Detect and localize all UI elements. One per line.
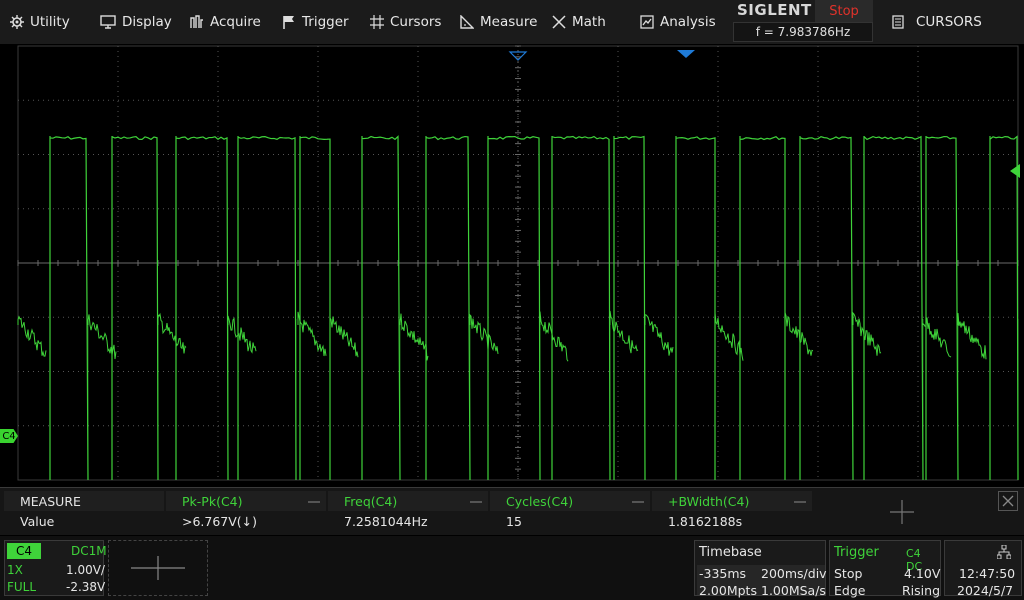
measure-item-menu[interactable] bbox=[794, 501, 806, 503]
network-icon bbox=[997, 545, 1011, 559]
trigger-type: Edge bbox=[834, 583, 866, 598]
menu-analysis[interactable]: Analysis bbox=[630, 0, 730, 44]
trigger-level: 4.10V bbox=[904, 566, 941, 581]
measure-header: Cycles(C4) bbox=[490, 491, 650, 511]
menu-trigger-label: Trigger bbox=[302, 14, 349, 30]
close-icon bbox=[1002, 495, 1014, 507]
flag-icon bbox=[283, 16, 294, 29]
measure-value: 7.2581044Hz bbox=[344, 514, 428, 529]
waveform-trace-high bbox=[49, 135, 1019, 481]
measure-item-menu[interactable] bbox=[470, 501, 482, 503]
plus-icon bbox=[890, 500, 914, 524]
measure-item-menu[interactable] bbox=[308, 501, 320, 503]
menu-measure-label: Measure bbox=[480, 14, 538, 30]
trigger-title: Trigger bbox=[834, 545, 879, 560]
add-measurement-button[interactable] bbox=[812, 488, 992, 536]
menu-bar: Utility Display Acquire Trigger Cursors … bbox=[0, 0, 1024, 44]
status-bar: C4 DC1M 1X 1.00V/ FULL -2.38V Timebase -… bbox=[0, 536, 1024, 600]
menu-trigger[interactable]: Trigger bbox=[272, 0, 360, 44]
clock-time: 12:47:50 bbox=[959, 566, 1016, 581]
horizontal-delay-marker bbox=[677, 50, 695, 58]
measure-label-column: MEASURE Value bbox=[4, 488, 164, 536]
measure-header: +BWidth(C4) bbox=[652, 491, 812, 511]
trigger-level-marker bbox=[1010, 164, 1020, 178]
measure-value: 15 bbox=[506, 514, 522, 529]
timebase-delay: -335ms bbox=[699, 566, 747, 581]
menu-math-label: Math bbox=[572, 14, 606, 30]
timebase-panel[interactable]: Timebase -335ms 200ms/div 2.00Mpts 1.00M… bbox=[694, 540, 827, 598]
channel-bandwidth: FULL bbox=[7, 580, 37, 594]
menu-utility-label: Utility bbox=[30, 14, 70, 30]
measure-value: >6.767V(↓) bbox=[182, 514, 258, 529]
waveform-display[interactable]: C4 bbox=[0, 44, 1024, 484]
measure-row-label: Value bbox=[20, 514, 55, 529]
menu-display-label: Display bbox=[122, 14, 172, 30]
analysis-icon bbox=[640, 15, 654, 29]
cursors-button-label: CURSORS bbox=[916, 14, 982, 30]
measure-item[interactable]: Freq(C4) 7.2581044Hz bbox=[328, 488, 488, 536]
waveform-trace-low bbox=[17, 310, 987, 362]
brand-logo: SIGLENT bbox=[737, 1, 812, 19]
measure-item-menu[interactable] bbox=[632, 501, 644, 503]
document-icon bbox=[892, 15, 904, 29]
waveform-grid bbox=[17, 45, 1020, 481]
channel-coupling: DC1M bbox=[71, 544, 107, 558]
measure-bar: MEASURE Value Pk-Pk(C4) >6.767V(↓) Freq(… bbox=[0, 487, 1024, 535]
menu-analysis-label: Analysis bbox=[660, 14, 716, 30]
menu-utility[interactable]: Utility bbox=[0, 0, 90, 44]
channel-4-settings[interactable]: C4 DC1M 1X 1.00V/ FULL -2.38V bbox=[4, 540, 107, 596]
measure-header: Pk-Pk(C4) bbox=[166, 491, 326, 511]
frequency-counter: f = 7.983786Hz bbox=[733, 22, 873, 42]
menu-cursors[interactable]: Cursors bbox=[360, 0, 450, 44]
clock-panel[interactable]: 12:47:50 2024/5/7 bbox=[944, 540, 1022, 598]
brand-panel: SIGLENT Stop f = 7.983786Hz bbox=[733, 0, 873, 44]
measure-title: MEASURE bbox=[4, 491, 164, 511]
math-icon bbox=[552, 15, 566, 29]
acquire-icon bbox=[190, 15, 203, 28]
menu-display[interactable]: Display bbox=[90, 0, 180, 44]
trigger-slope: Rising bbox=[902, 583, 941, 598]
clock-date: 2024/5/7 bbox=[957, 583, 1014, 598]
menu-math[interactable]: Math bbox=[542, 0, 630, 44]
timebase-sample-rate: 1.00MSa/s bbox=[761, 583, 826, 598]
measure-value: 1.8162188s bbox=[668, 514, 743, 529]
channel-offset: -2.38V bbox=[66, 580, 106, 594]
crosshair-icon bbox=[370, 15, 384, 29]
plus-icon bbox=[131, 556, 185, 580]
measure-item[interactable]: Pk-Pk(C4) >6.767V(↓) bbox=[166, 488, 326, 536]
measure-item[interactable]: +BWidth(C4) 1.8162188s bbox=[652, 488, 812, 536]
menu-acquire-label: Acquire bbox=[210, 14, 261, 30]
trigger-mode: Stop bbox=[834, 566, 863, 581]
channel-scale: 1.00V/ bbox=[66, 563, 105, 577]
measure-item[interactable]: Cycles(C4) 15 bbox=[490, 488, 650, 536]
menu-acquire[interactable]: Acquire bbox=[180, 0, 272, 44]
channel-name: C4 bbox=[7, 543, 41, 559]
timebase-scale: 200ms/div bbox=[761, 566, 827, 581]
add-channel-button[interactable] bbox=[108, 540, 208, 596]
cursors-button[interactable]: CURSORS bbox=[878, 0, 1024, 44]
trigger-panel[interactable]: Trigger C4 DC Stop 4.10V Edge Rising bbox=[829, 540, 941, 598]
gear-icon bbox=[10, 15, 24, 29]
menu-cursors-label: Cursors bbox=[390, 14, 442, 30]
timebase-memory: 2.00Mpts bbox=[699, 583, 757, 598]
monitor-icon bbox=[100, 15, 116, 29]
channel-probe: 1X bbox=[7, 563, 23, 577]
run-stop-status[interactable]: Stop bbox=[815, 0, 873, 22]
ruler-icon bbox=[460, 15, 474, 29]
close-measure-button[interactable] bbox=[998, 491, 1018, 511]
menu-measure[interactable]: Measure bbox=[450, 0, 542, 44]
timebase-title: Timebase bbox=[699, 545, 762, 560]
measure-header: Freq(C4) bbox=[328, 491, 488, 511]
